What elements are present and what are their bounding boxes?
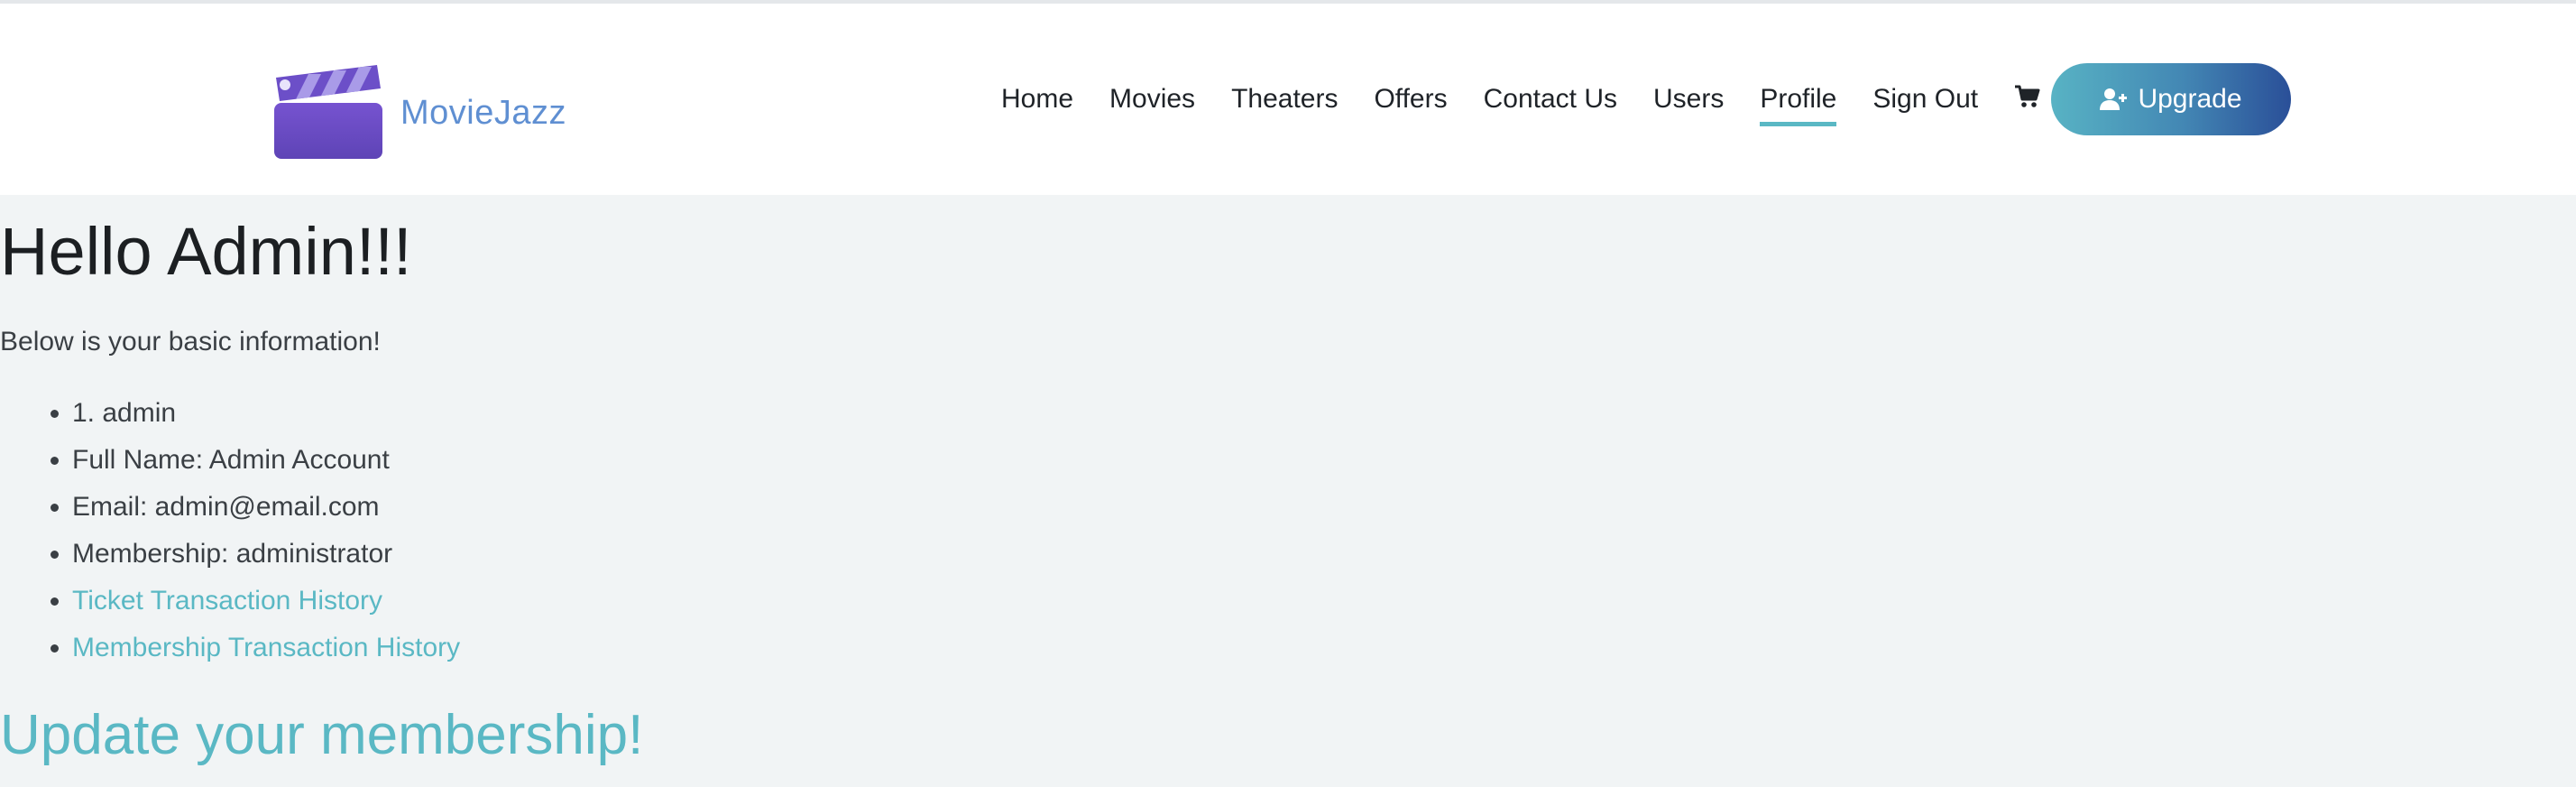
membership-transaction-history-link[interactable]: Membership Transaction History <box>72 633 460 662</box>
cart-icon[interactable] <box>2014 83 2041 110</box>
membership-item: Membership: administrator <box>72 531 460 578</box>
nav-contact-us[interactable]: Contact Us <box>1484 72 1617 126</box>
nav-users[interactable]: Users <box>1653 72 1724 126</box>
user-plus-icon <box>2100 88 2128 110</box>
site-header: MovieJazz Home Movies Theaters Offers Co… <box>0 4 2576 195</box>
main-nav: Home Movies Theaters Offers Contact Us U… <box>1001 63 2041 135</box>
nav-profile[interactable]: Profile <box>1760 72 1837 126</box>
user-id-item: 1. admin <box>72 390 460 437</box>
greeting-heading: Hello Admin!!! <box>0 214 412 289</box>
nav-home[interactable]: Home <box>1001 72 1073 126</box>
nav-sign-out[interactable]: Sign Out <box>1872 72 1978 126</box>
update-membership-heading: Update your membership! <box>0 704 644 766</box>
brand-name: MovieJazz <box>400 94 566 132</box>
nav-movies[interactable]: Movies <box>1109 72 1195 126</box>
full-name-item: Full Name: Admin Account <box>72 437 460 484</box>
upgrade-button[interactable]: Upgrade <box>2051 63 2291 135</box>
nav-theaters[interactable]: Theaters <box>1231 72 1338 126</box>
membership-history-item: Membership Transaction History <box>72 625 460 671</box>
clapperboard-icon <box>274 65 382 159</box>
ticket-history-item: Ticket Transaction History <box>72 578 460 625</box>
logo-link[interactable]: MovieJazz <box>272 63 579 164</box>
profile-info-list: 1. admin Full Name: Admin Account Email:… <box>0 390 460 671</box>
ticket-transaction-history-link[interactable]: Ticket Transaction History <box>72 586 382 616</box>
nav-offers[interactable]: Offers <box>1374 72 1447 126</box>
upgrade-label: Upgrade <box>2138 84 2242 114</box>
intro-text: Below is your basic information! <box>0 327 381 356</box>
email-item: Email: admin@email.com <box>72 484 460 531</box>
